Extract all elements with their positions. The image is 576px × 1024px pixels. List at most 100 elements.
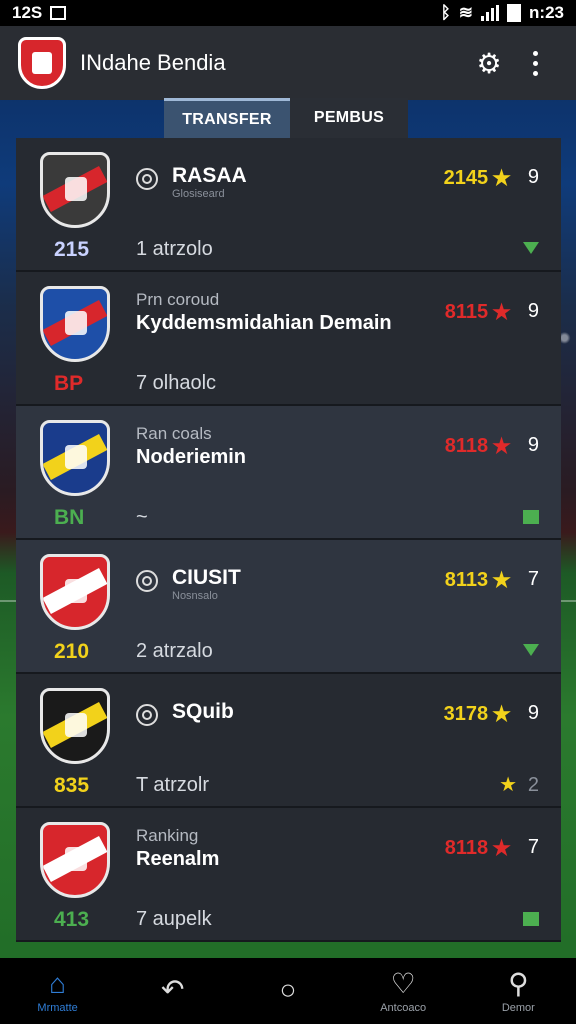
score-value: 8118 [444,837,489,859]
team-crest [40,286,110,362]
score-value: 2145 [443,167,489,189]
status-time-left: 12S [12,3,43,22]
nav-item-home[interactable]: ⌂ Mrmatte [8,968,108,1014]
sub-count: 2 atrzalo [136,640,213,662]
tab-transfer[interactable]: TRANSFER [164,98,290,138]
star-icon: ★ [492,167,511,190]
team-row[interactable]: 835 SQuib 3178 ★ 9 T atrzolr ★ 2 [16,674,561,808]
bottom-navigation: ⌂ Mrmatte ↶ ○ ♡ Antcoaco ⚲ Demor [0,958,576,1024]
team-score: 2145 ★ [444,166,511,191]
favorite-button[interactable]: ★ [499,772,517,797]
team-code: 835 [54,774,90,797]
battery-icon [507,4,522,22]
status-indicator [523,912,539,926]
star-icon: ★ [499,774,517,796]
triangle-down-icon [523,644,539,656]
score-rank: 9 [527,702,539,724]
team-name: RASAA [172,164,247,187]
team-score: 8115 ★ [445,300,511,325]
team-row[interactable]: BP Prn coroud Kyddemsmidahian Demain 8115 … [16,272,561,406]
team-score: 3178 ★ [444,702,511,727]
photo-notification-icon [50,6,67,20]
settings-button[interactable]: ⚙ [466,40,512,86]
nav-label: Mrmatte [37,1002,78,1014]
team-code: 215 [54,238,90,261]
sub-count: T atrzolr [136,774,209,796]
more-options-button[interactable] [512,40,558,86]
wifi-icon: ≋ [458,3,474,22]
team-row[interactable]: 413 Ranking Reenalm 8118 ★ 7 7 aupelk [16,808,561,942]
app-logo [18,37,66,89]
score-value: 3178 [443,703,489,725]
tab-bar: TRANSFER PEMBUS [164,98,408,138]
favorite-count: 2 [527,774,539,796]
nav-item-heart[interactable]: ♡ Antcoaco [353,968,453,1014]
team-label: Ranking [136,826,199,845]
score-rank: 7 [527,568,539,590]
team-name: CIUSIT [172,566,241,589]
target-icon [136,704,158,726]
team-name: Reenalm [136,848,220,870]
nav-label: Antcoaco [380,1002,427,1014]
bluetooth-icon: ᛒ [440,3,451,22]
search-icon: ⚲ [508,968,529,999]
expand-button[interactable] [523,644,539,656]
team-crest [40,420,110,496]
nav-item-back[interactable]: ↶ [123,974,223,1008]
team-score: 8118 ★ [445,434,511,459]
team-name: Noderiemin [136,446,247,468]
team-row[interactable]: 210 CIUSIT Nosnsalo 8113 ★ 7 2 atrzalo [16,540,561,674]
home-icon: ⌂ [49,968,67,999]
app-title: INdahe Bendia [80,50,226,75]
square-icon [523,510,539,524]
target-icon [136,570,158,592]
target-icon [136,168,158,190]
status-time-right: n:23 [529,3,564,22]
score-rank: 9 [527,166,539,188]
team-crest [40,822,110,898]
team-score: 8118 ★ [445,836,511,861]
nav-item-search[interactable]: ⚲ Demor [468,968,568,1014]
team-row[interactable]: 215 RASAA Glosiseard 2145 ★ 9 1 atrzolo [16,138,561,272]
nav-item-circle[interactable]: ○ [238,974,338,1008]
triangle-down-icon [523,242,539,254]
star-icon: ★ [492,435,511,458]
team-score: 8113 ★ [445,568,511,593]
score-value: 8115 [444,301,489,323]
score-rank: 9 [527,434,539,456]
star-icon: ★ [492,569,511,592]
back-icon: ↶ [161,974,185,1005]
sub-count: ~ [136,506,148,528]
team-crest [40,688,110,764]
score-rank: 7 [527,836,539,858]
team-list: 215 RASAA Glosiseard 2145 ★ 9 1 atrzolo BP Pr… [16,138,561,942]
expand-button[interactable] [523,242,539,254]
gear-icon: ⚙ [476,47,502,79]
star-icon: ★ [492,301,511,324]
team-label: Prn coroud [136,290,220,309]
heart-icon: ♡ [390,968,416,999]
signal-icon [481,5,500,21]
team-name: SQuib [172,700,234,723]
team-code: BP [54,372,84,395]
score-value: 8118 [444,435,489,457]
team-code: 413 [54,908,90,931]
square-icon [523,912,539,926]
team-subname: Nosnsalo [172,590,218,602]
team-subname: Glosiseard [172,188,225,200]
team-code: 210 [54,640,90,663]
circle-icon: ○ [279,974,297,1005]
score-rank: 9 [527,300,539,322]
team-code: BN [54,506,85,529]
star-icon: ★ [492,837,511,860]
star-icon: ★ [492,703,511,726]
team-row[interactable]: BN Ran coals Noderiemin 8118 ★ 9 ~ [16,406,561,540]
status-indicator [523,510,539,524]
tab-pembus[interactable]: PEMBUS [290,98,408,138]
team-name: Kyddemsmidahian Demain [136,312,392,334]
sub-count: 7 aupelk [136,908,212,930]
status-bar: 12S ᛒ ≋ n:23 [0,0,576,26]
team-label: Ran coals [136,424,212,443]
app-bar: INdahe Bendia ⚙ [0,26,576,100]
nav-label: Demor [501,1002,535,1014]
